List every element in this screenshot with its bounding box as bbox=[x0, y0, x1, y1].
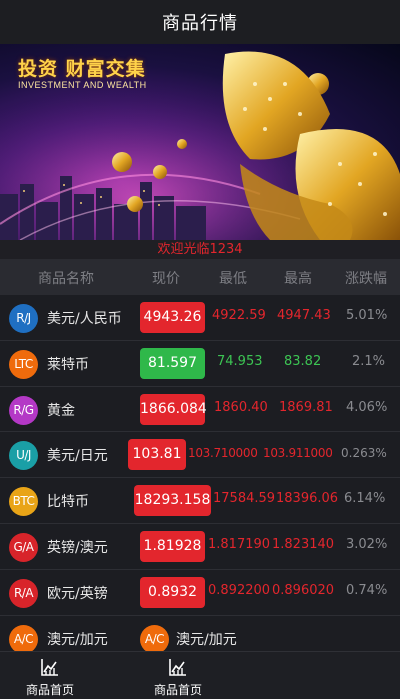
column-header-name: 商品名称 bbox=[38, 271, 94, 287]
commodity-name: 黄金 bbox=[47, 402, 75, 419]
high-value: 83.82 bbox=[284, 353, 322, 369]
current-price: 81.597 bbox=[140, 347, 205, 379]
symbol-badge: R/G bbox=[9, 395, 38, 425]
column-header-price: 现价 bbox=[152, 271, 180, 287]
low-value: 1860.40 bbox=[214, 399, 268, 415]
banner-headline: 投资 财富交集 bbox=[18, 58, 146, 80]
table-header: 商品名称 现价 最低 最高 涨跌幅 bbox=[0, 259, 400, 295]
low-value: 74.953 bbox=[217, 353, 263, 369]
symbol-badge: A/C bbox=[9, 624, 38, 654]
high-value: 4947.43 bbox=[277, 308, 331, 323]
current-price: 0.8932 bbox=[140, 576, 205, 608]
commodity-name: 比特币 bbox=[47, 494, 89, 511]
bottom-tab-bar: 商品首页 商品首页 bbox=[0, 651, 400, 699]
commodity-name: 美元/人民币 bbox=[47, 311, 122, 327]
symbol-badge-duplicate: A/C bbox=[140, 624, 169, 654]
current-price: 103.81 bbox=[128, 439, 186, 471]
commodity-name: 美元/日元 bbox=[47, 448, 108, 465]
tab-home-2[interactable]: 商品首页 bbox=[138, 652, 218, 699]
symbol-badge: LTC bbox=[9, 349, 38, 379]
change-value: 0.263% bbox=[341, 446, 387, 461]
current-price: 4943.26 bbox=[140, 302, 205, 333]
change-value: 3.02% bbox=[346, 536, 388, 552]
quote-row[interactable]: U/J 美元/日元 103.81 103.710000 103.911000 0… bbox=[0, 432, 400, 479]
quote-row[interactable]: LTC 莱特币 81.597 74.953 83.82 2.1% bbox=[0, 340, 400, 387]
quote-row[interactable]: R/A 欧元/英镑 0.8932 0.892200 0.896020 0.74% bbox=[0, 569, 400, 616]
low-value: 17584.59 bbox=[213, 491, 276, 507]
commodity-name: 莱特币 bbox=[47, 356, 89, 373]
top-bar: 商品行情 bbox=[0, 0, 400, 44]
high-value: 18396.06 bbox=[276, 491, 339, 507]
change-value: 4.06% bbox=[346, 399, 388, 415]
promo-banner[interactable]: 投资 财富交集 INVESTMENT AND WEALTH bbox=[0, 44, 400, 240]
low-value: 4922.59 bbox=[212, 308, 266, 323]
symbol-badge: U/J bbox=[9, 441, 38, 471]
low-value: 0.892200 bbox=[208, 582, 271, 598]
current-price: 18293.158 bbox=[134, 485, 211, 517]
quote-row[interactable]: G/A 英镑/澳元 1.81928 1.817190 1.823140 3.02… bbox=[0, 523, 400, 570]
symbol-badge: BTC bbox=[9, 487, 38, 517]
high-value: 0.896020 bbox=[272, 582, 335, 598]
quote-row[interactable]: R/G 黄金 1866.084 1860.40 1869.81 4.06% bbox=[0, 386, 400, 433]
high-value: 1.823140 bbox=[272, 536, 335, 552]
low-value: 1.817190 bbox=[208, 536, 271, 552]
change-value: 0.74% bbox=[346, 582, 388, 598]
commodity-name: 英镑/澳元 bbox=[47, 539, 108, 556]
chart-icon bbox=[41, 659, 58, 676]
chart-icon bbox=[169, 659, 186, 676]
page-title: 商品行情 bbox=[162, 13, 238, 34]
banner-subhead: INVESTMENT AND WEALTH bbox=[18, 80, 147, 90]
symbol-badge: R/J bbox=[9, 304, 38, 333]
current-price: 1866.084 bbox=[140, 393, 207, 425]
symbol-badge: G/A bbox=[9, 532, 38, 562]
high-value: 103.911000 bbox=[263, 446, 333, 461]
quote-row[interactable]: BTC 比特币 18293.158 17584.59 18396.06 6.14… bbox=[0, 478, 400, 524]
symbol-badge: R/A bbox=[9, 578, 38, 608]
current-price: 1.81928 bbox=[140, 530, 205, 562]
commodity-name: 欧元/英镑 bbox=[47, 585, 108, 602]
column-header-low: 最低 bbox=[219, 271, 247, 287]
change-value: 5.01% bbox=[346, 308, 388, 323]
quote-row[interactable]: R/J 美元/人民币 4943.26 4922.59 4947.43 5.01% bbox=[0, 295, 400, 341]
high-value: 1869.81 bbox=[279, 399, 333, 415]
commodity-name-duplicate: 澳元/加元 bbox=[176, 631, 237, 648]
change-value: 2.1% bbox=[352, 353, 386, 369]
column-header-high: 最高 bbox=[284, 271, 312, 287]
tab-label: 商品首页 bbox=[153, 683, 202, 697]
low-value: 103.710000 bbox=[188, 446, 258, 461]
commodity-name: 澳元/加元 bbox=[47, 631, 108, 648]
welcome-text: 欢迎光临1234 bbox=[0, 240, 400, 259]
change-value: 6.14% bbox=[344, 491, 386, 507]
column-header-change: 涨跌幅 bbox=[345, 271, 387, 287]
tab-home-1[interactable]: 商品首页 bbox=[10, 652, 90, 699]
quote-list: R/J 美元/人民币 4943.26 4922.59 4947.43 5.01%… bbox=[0, 295, 400, 662]
tab-label: 商品首页 bbox=[25, 683, 74, 697]
